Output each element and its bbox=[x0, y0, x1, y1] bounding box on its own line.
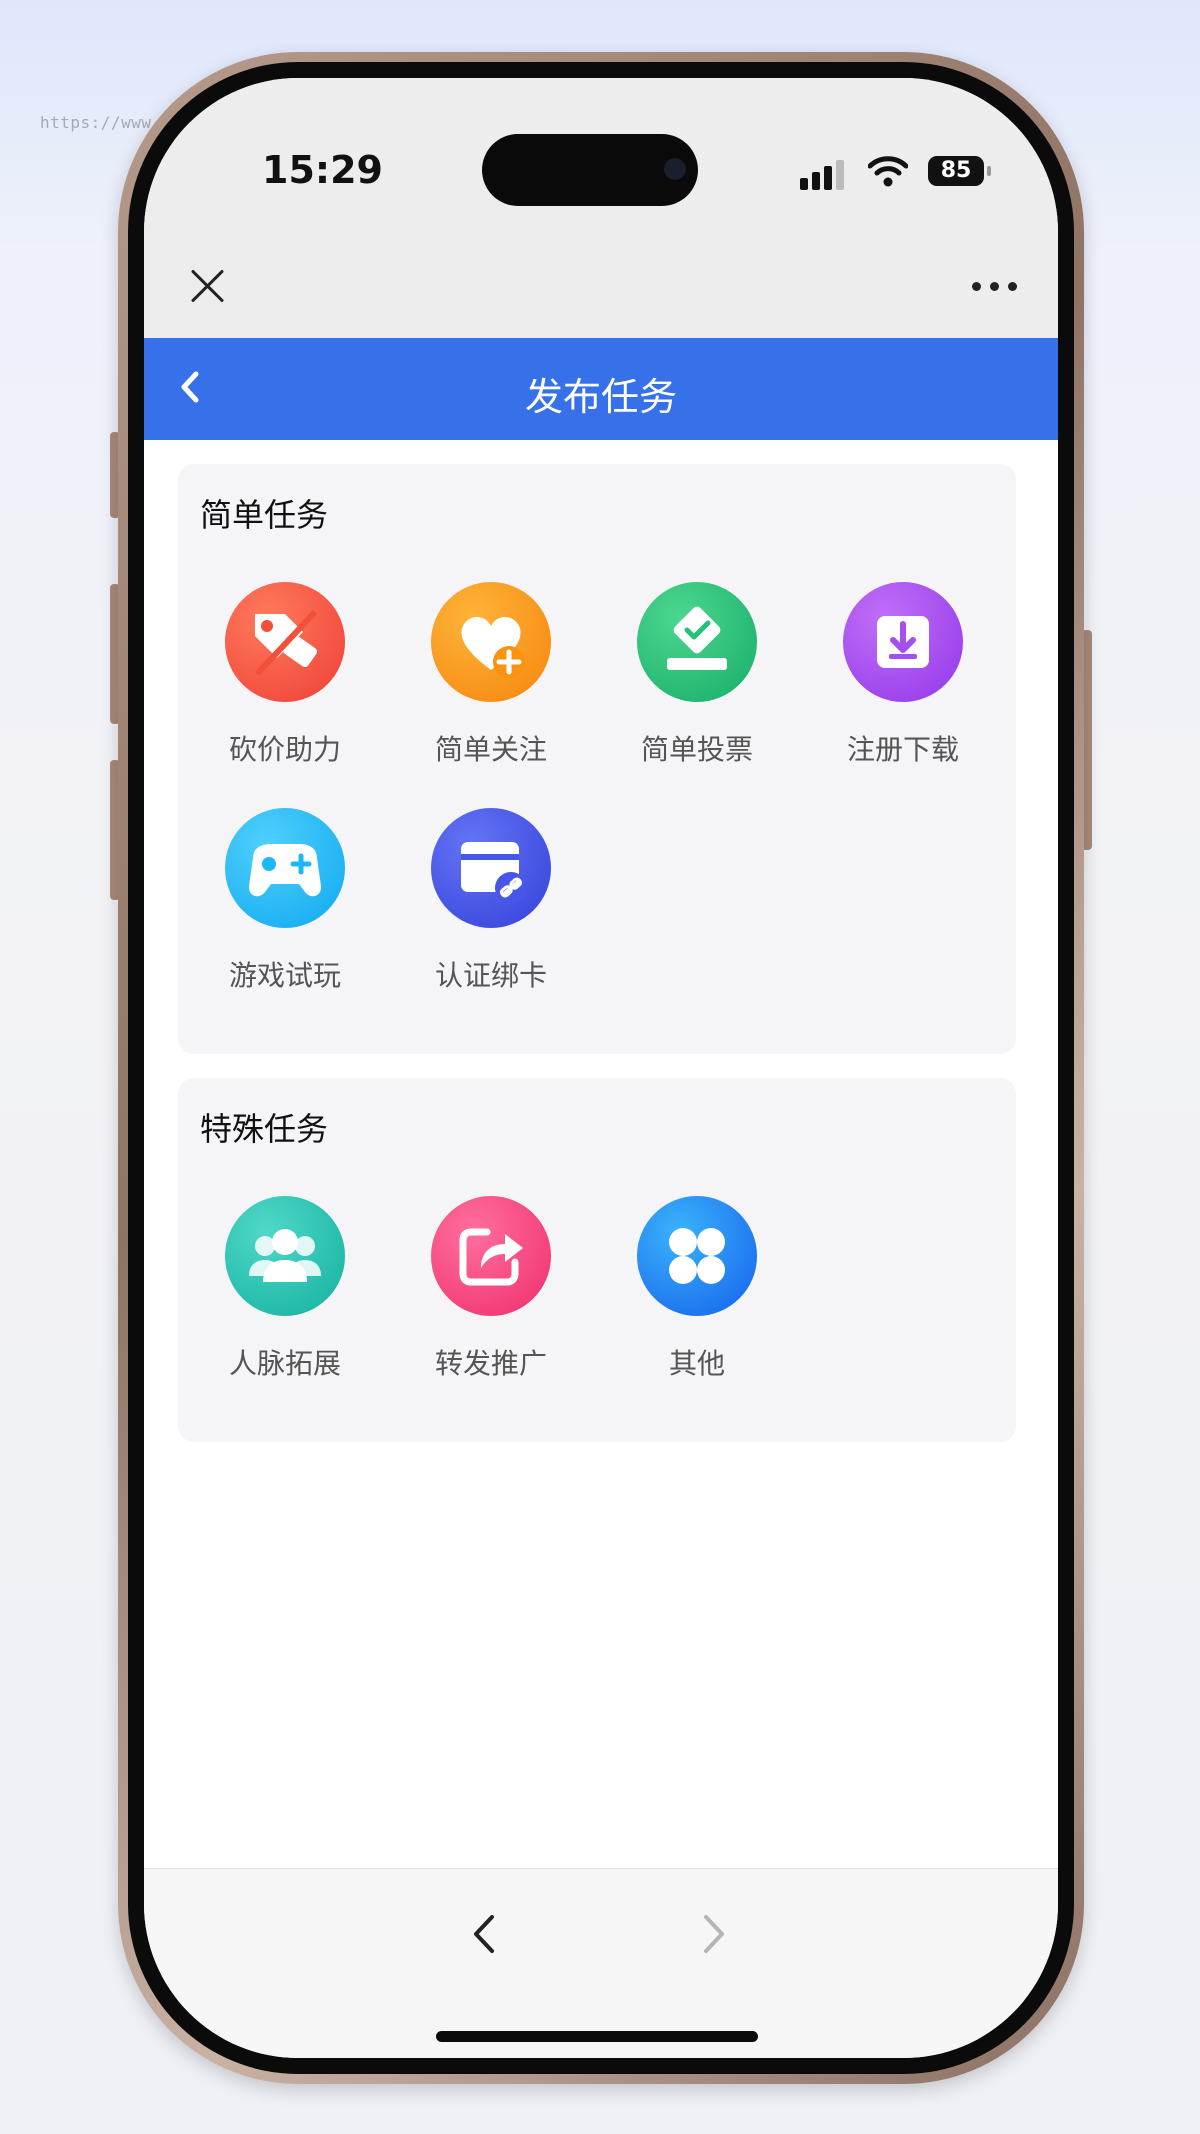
vote-ballot-icon bbox=[637, 582, 757, 702]
task-item-game-trial[interactable]: 游戏试玩 bbox=[185, 808, 385, 1008]
status-time: 15:29 bbox=[262, 148, 383, 192]
battery-indicator: 85 bbox=[928, 156, 984, 186]
special-tasks-card: 特殊任务 人脉拓展 转发推广 其他 bbox=[178, 1078, 1016, 1442]
more-menu-icon[interactable] bbox=[972, 282, 1018, 292]
gamepad-icon bbox=[225, 808, 345, 928]
price-cut-tag-icon bbox=[225, 582, 345, 702]
close-icon[interactable] bbox=[188, 266, 228, 306]
front-camera bbox=[664, 158, 686, 180]
heart-plus-icon bbox=[431, 582, 551, 702]
phone-frame: 15:29 85 发布任务 简单任务 砍价助力 简单关注 简单投票 注册下载 游… bbox=[118, 52, 1084, 2084]
card-link-icon bbox=[431, 808, 551, 928]
nav-back-icon[interactable] bbox=[464, 1909, 504, 1959]
wifi-icon bbox=[868, 156, 908, 187]
task-label: 简单关注 bbox=[434, 733, 547, 766]
task-item-bargain[interactable]: 砍价助力 bbox=[185, 582, 385, 782]
users-icon bbox=[225, 1196, 345, 1316]
miniprogram-bar bbox=[144, 238, 1058, 338]
task-item-network-expand[interactable]: 人脉拓展 bbox=[185, 1196, 385, 1396]
task-label: 其他 bbox=[668, 1347, 725, 1380]
section-title: 特殊任务 bbox=[200, 1110, 329, 1148]
task-label: 简单投票 bbox=[640, 733, 753, 766]
task-label: 砍价助力 bbox=[228, 733, 341, 766]
task-item-register-download[interactable]: 注册下载 bbox=[803, 582, 1003, 782]
simple-tasks-card: 简单任务 砍价助力 简单关注 简单投票 注册下载 游戏试玩 认证绑卡 bbox=[178, 464, 1016, 1054]
task-item-other[interactable]: 其他 bbox=[597, 1196, 797, 1396]
task-item-verify-card[interactable]: 认证绑卡 bbox=[391, 808, 591, 1008]
page-title: 发布任务 bbox=[524, 375, 677, 419]
task-label: 人脉拓展 bbox=[228, 1347, 341, 1380]
battery-tip bbox=[987, 166, 991, 176]
cellular-signal-icon bbox=[800, 160, 846, 190]
task-item-vote[interactable]: 简单投票 bbox=[597, 582, 797, 782]
home-indicator bbox=[436, 2031, 758, 2042]
share-icon bbox=[431, 1196, 551, 1316]
task-item-share-promote[interactable]: 转发推广 bbox=[391, 1196, 591, 1396]
dynamic-island bbox=[482, 134, 698, 206]
clover-grid-icon bbox=[637, 1196, 757, 1316]
task-label: 转发推广 bbox=[434, 1347, 547, 1380]
phone-screen: 15:29 85 发布任务 简单任务 砍价助力 简单关注 简单投票 注册下载 游… bbox=[144, 78, 1058, 2058]
status-bar: 15:29 85 bbox=[144, 78, 1058, 238]
section-title: 简单任务 bbox=[200, 496, 329, 534]
task-label: 注册下载 bbox=[846, 733, 959, 766]
phone-bezel: 15:29 85 发布任务 简单任务 砍价助力 简单关注 简单投票 注册下载 游… bbox=[128, 62, 1074, 2074]
task-label: 游戏试玩 bbox=[228, 959, 341, 992]
browser-bottom-bar bbox=[144, 1868, 1058, 2058]
download-icon bbox=[843, 582, 963, 702]
nav-forward-icon[interactable] bbox=[694, 1909, 734, 1959]
app-header: 发布任务 bbox=[144, 338, 1058, 440]
task-label: 认证绑卡 bbox=[434, 959, 547, 992]
task-item-follow[interactable]: 简单关注 bbox=[391, 582, 591, 782]
